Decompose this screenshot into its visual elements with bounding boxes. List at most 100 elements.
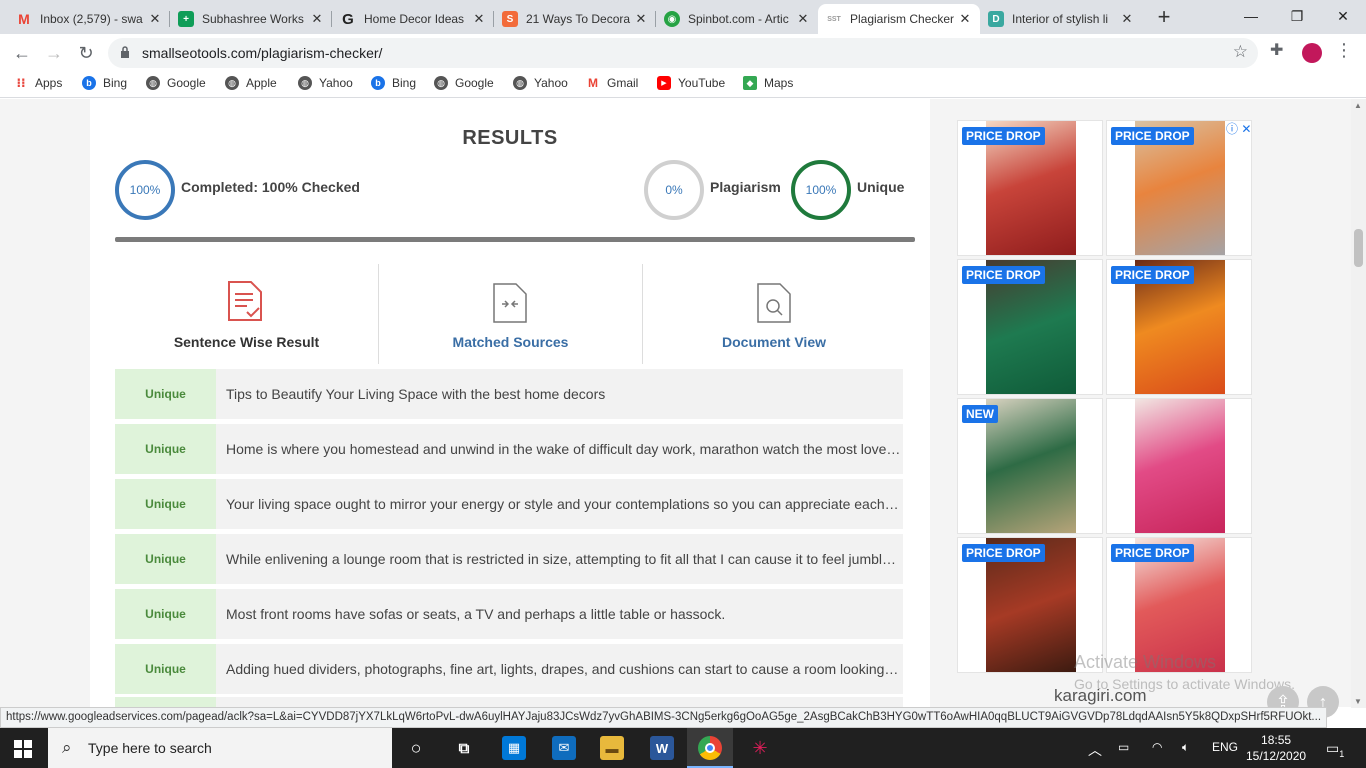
notification-icon[interactable]: ▭1: [1326, 740, 1344, 759]
bookmark-youtube[interactable]: ▶ YouTube: [657, 76, 725, 90]
word-icon[interactable]: W: [650, 736, 674, 760]
new-tab-button[interactable]: +: [1150, 6, 1178, 30]
scroll-down-icon[interactable]: ▼: [1354, 697, 1362, 706]
results-card: RESULTS 100% Completed: 100% Checked 0% …: [90, 99, 930, 707]
bookmark-gmail[interactable]: M Gmail: [586, 76, 638, 90]
bookmark-bing-2[interactable]: b Bing: [371, 76, 416, 90]
maps-icon: ◆: [743, 76, 757, 90]
restore-button[interactable]: ❐: [1274, 0, 1320, 32]
close-icon[interactable]: ✕: [796, 11, 810, 27]
document-view-button[interactable]: Document View: [642, 264, 905, 364]
tab-sheets[interactable]: + Subhashree Works ✕: [170, 4, 332, 34]
forward-arrow-icon[interactable]: →: [40, 40, 68, 66]
ad-product[interactable]: PRICE DROP: [1106, 259, 1252, 395]
price-drop-badge: PRICE DROP: [1111, 127, 1194, 145]
plagiarism-ring: 0%: [644, 160, 704, 220]
task-view-icon[interactable]: ⧉: [452, 736, 476, 760]
bookmark-star-icon[interactable]: ☆: [1233, 42, 1248, 62]
close-window-button[interactable]: ✕: [1320, 0, 1366, 32]
apps-grid-icon: ⁝⁝: [16, 76, 26, 90]
close-icon[interactable]: ✕: [310, 11, 324, 27]
sentence-document-icon: [228, 281, 262, 321]
ad-product[interactable]: PRICE DROP: [957, 120, 1103, 256]
sst-icon: SST: [827, 15, 841, 23]
language-indicator[interactable]: ENG: [1212, 740, 1238, 754]
sentence-text: Most front rooms have sofas or seats, a …: [226, 606, 726, 622]
chevron-up-icon[interactable]: ︿: [1088, 740, 1102, 760]
tab-21-ways[interactable]: S 21 Ways To Decora ✕: [494, 4, 656, 34]
cortana-icon[interactable]: ○: [404, 736, 428, 760]
taskbar-search[interactable]: ⌕ Type here to search: [48, 728, 392, 768]
globe-icon: ◍: [146, 76, 160, 90]
scroll-up-icon[interactable]: ▲: [1354, 101, 1362, 110]
windows-start-icon[interactable]: [14, 740, 32, 758]
close-icon[interactable]: ✕: [148, 11, 162, 27]
unique-label: Unique: [857, 179, 905, 195]
unique-tag: [115, 697, 216, 707]
gmail-icon: M: [588, 76, 598, 90]
tab-gmail[interactable]: M Inbox (2,579) - swa ✕: [8, 4, 170, 34]
browser-toolbar: ← → ↻ smallseotools.com/plagiarism-check…: [0, 34, 1366, 72]
avatar[interactable]: [1302, 43, 1322, 63]
new-badge: NEW: [962, 405, 998, 423]
slack-icon[interactable]: ✳: [748, 736, 772, 760]
page-viewport: RESULTS 100% Completed: 100% Checked 0% …: [0, 99, 1351, 707]
file-explorer-icon[interactable]: ▬: [600, 736, 624, 760]
g-icon: G: [342, 10, 354, 28]
close-icon[interactable]: ✕: [1120, 11, 1134, 27]
tab-interior[interactable]: D Interior of stylish li ✕: [980, 4, 1142, 34]
price-drop-badge: PRICE DROP: [962, 266, 1045, 284]
ad-product[interactable]: [1106, 398, 1252, 534]
ad-product[interactable]: NEW: [957, 398, 1103, 534]
ad-product[interactable]: PRICE DROP: [1106, 120, 1252, 256]
result-row: Unique Home is where you homestead and un…: [115, 424, 903, 474]
bookmark-google[interactable]: ◍ Google: [146, 76, 206, 90]
close-icon[interactable]: ✕: [472, 11, 486, 27]
bookmark-yahoo[interactable]: ◍ Yahoo: [298, 76, 353, 90]
d-icon: D: [988, 11, 1004, 27]
sentence-text: While enlivening a lounge room that is r…: [226, 551, 901, 567]
bookmark-google-2[interactable]: ◍ Google: [434, 76, 494, 90]
tab-spinbot[interactable]: ◉ Spinbot.com - Artic ✕: [656, 4, 818, 34]
clock[interactable]: 18:55 15/12/2020: [1246, 732, 1306, 764]
ad-image: [986, 399, 1076, 533]
bookmark-apps[interactable]: ⁝⁝ Apps: [14, 76, 62, 90]
bookmark-apple[interactable]: ◍ Apple: [225, 76, 277, 90]
progress-bar: [115, 237, 915, 242]
result-row: Unique Most front rooms have sofas or sea…: [115, 589, 903, 639]
wifi-icon[interactable]: ◠: [1152, 740, 1162, 754]
tab-plagiarism-checker[interactable]: SST Plagiarism Checker ✕: [818, 4, 980, 34]
battery-icon[interactable]: ▭: [1118, 740, 1129, 754]
mail-icon[interactable]: ✉: [552, 736, 576, 760]
completed-ring: 100%: [115, 160, 175, 220]
result-row: [115, 697, 903, 707]
reload-icon[interactable]: ↻: [72, 40, 100, 66]
address-bar[interactable]: smallseotools.com/plagiarism-checker/ ☆: [108, 38, 1258, 68]
bookmark-bing[interactable]: b Bing: [82, 76, 127, 90]
globe-icon: ◍: [225, 76, 239, 90]
windows-taskbar: ⌕ Type here to search ○ ⧉ ▦ ✉ ▬ W ✳ ︿ ▭ …: [0, 728, 1366, 768]
bookmark-maps[interactable]: ◆ Maps: [743, 76, 793, 90]
result-row: Unique Tips to Beautify Your Living Space…: [115, 369, 903, 419]
close-icon[interactable]: ✕: [634, 11, 648, 27]
close-icon[interactable]: ✕: [958, 11, 972, 27]
page-scrollbar[interactable]: ▲ ▼: [1351, 99, 1366, 708]
unique-tag: Unique: [115, 589, 216, 639]
sentence-text: Adding hued dividers, photographs, fine …: [226, 661, 901, 677]
results-title: RESULTS: [462, 127, 558, 149]
ad-product[interactable]: PRICE DROP: [957, 259, 1103, 395]
sentence-wise-result-button[interactable]: Sentence Wise Result: [115, 264, 378, 364]
menu-icon[interactable]: ⋮: [1335, 40, 1353, 61]
bookmark-yahoo-2[interactable]: ◍ Yahoo: [513, 76, 568, 90]
back-arrow-icon[interactable]: ←: [8, 40, 36, 66]
globe-icon: ◍: [298, 76, 312, 90]
ad-info-icon[interactable]: ⓘ ✕: [1226, 120, 1251, 137]
extensions-icon[interactable]: ✚: [1270, 40, 1283, 60]
volume-icon[interactable]: 🔈︎: [1182, 740, 1189, 755]
store-icon[interactable]: ▦: [502, 736, 526, 760]
minimize-button[interactable]: —: [1228, 0, 1274, 32]
scrollbar-thumb[interactable]: [1354, 229, 1363, 267]
tab-home-decor[interactable]: G Home Decor Ideas ✕: [332, 4, 494, 34]
sentence-text: Home is where you homestead and unwind i…: [226, 441, 901, 457]
matched-sources-button[interactable]: Matched Sources: [378, 264, 642, 364]
